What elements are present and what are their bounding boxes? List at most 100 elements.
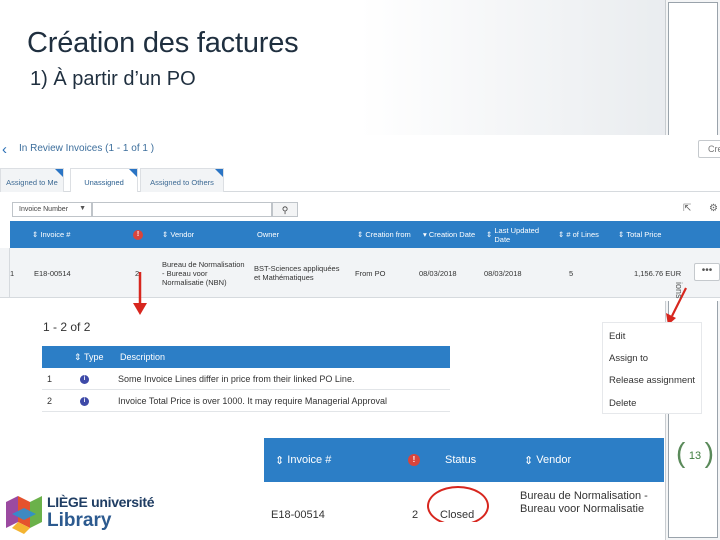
table-row[interactable]: 1 E18-00514 2 Bureau de Normalisation - … xyxy=(0,248,720,298)
issue-description: Invoice Total Price is over 1000. It may… xyxy=(118,396,387,406)
menu-item-assign-to[interactable]: Assign to xyxy=(609,353,648,364)
issue-index: 1 xyxy=(47,374,53,384)
col-invoice[interactable]: ⇕ Invoice # xyxy=(32,221,70,248)
cut-off-label: ions xyxy=(674,282,684,299)
liege-library-logo: LIÈGE université Library xyxy=(4,490,164,536)
status-highlight-circle xyxy=(427,486,489,522)
alert-icon: ! xyxy=(408,454,420,466)
background-gradient xyxy=(360,0,670,135)
col-vendor-label: Vendor xyxy=(170,230,195,239)
row-last-updated: 08/03/2018 xyxy=(484,268,522,278)
col-vendor[interactable]: ⇕ Vendor xyxy=(162,221,194,248)
issue-description: Some Invoice Lines differ in price from … xyxy=(118,374,355,384)
search-button[interactable]: ⚲ xyxy=(272,202,298,217)
status-table-header: ⇕ Invoice # ! Status ⇕ Vendor xyxy=(264,438,664,482)
issues-count: 1 - 2 of 2 xyxy=(43,320,91,334)
invoice-list-screenshot: ‹ In Review Invoices (1 - 1 of 1 ) Cre A… xyxy=(0,135,720,301)
row-vendor: Bureau de Normalisation - Bureau voor No… xyxy=(162,259,245,287)
slide-subtitle: 1) À partir d’un PO xyxy=(30,68,196,90)
export-icon[interactable]: ⇱ xyxy=(683,203,691,214)
col-creation-date[interactable]: ▾ Creation Date xyxy=(423,221,475,248)
logo-library-text: Library xyxy=(47,510,112,531)
invoice-list-title: In Review Invoices (1 - 1 of 1 ) xyxy=(19,143,155,154)
info-icon: i xyxy=(80,368,89,390)
menu-item-release-assignment[interactable]: Release assignment xyxy=(609,375,695,386)
col-total-price[interactable]: ⇕ Total Price xyxy=(618,221,661,248)
row-invoice-number[interactable]: E18-00514 xyxy=(271,496,325,522)
logo-university-text: LIÈGE université xyxy=(47,494,155,510)
row-index: 1 xyxy=(10,268,15,278)
col-description-label: Description xyxy=(120,352,166,362)
search-input[interactable] xyxy=(92,202,272,217)
issues-table-header: ⇕ Type Description xyxy=(42,346,450,368)
chevron-down-icon: ▼ xyxy=(79,205,86,212)
col-invoice[interactable]: ⇕ Invoice # xyxy=(275,438,331,482)
search-field-select[interactable]: Invoice Number ▼ xyxy=(12,202,92,217)
tab-label: Unassigned xyxy=(84,178,124,187)
col-type[interactable]: ⇕ Type xyxy=(74,346,104,368)
col-last-updated-label: Last Updated Date xyxy=(494,225,539,244)
col-creation-date-label: Creation Date xyxy=(428,230,476,239)
create-button[interactable]: Cre xyxy=(698,140,720,158)
col-alert[interactable]: ! xyxy=(133,221,143,248)
col-creation-from-label: Creation from xyxy=(365,230,411,239)
university-logo-icon xyxy=(6,496,42,534)
row-vendor: Bureau de Normalisation - Bureau voor No… xyxy=(520,490,648,515)
issue-index: 2 xyxy=(47,396,53,406)
search-bar: Invoice Number ▼ ⚲ ⇱ ⚙ xyxy=(0,199,720,221)
row-left-border xyxy=(0,248,10,298)
row-actions-menu: Edit Assign to Release assignment Delete xyxy=(602,322,702,414)
tab-label: Assigned to Me xyxy=(6,178,58,187)
list-item: 2 i Invoice Total Price is over 1000. It… xyxy=(42,390,450,412)
issues-table: ⇕ Type Description 1 i Some Invoice Line… xyxy=(42,346,450,414)
col-creation-from[interactable]: ⇕ Creation from xyxy=(357,221,411,248)
row-actions-button[interactable]: ••• xyxy=(694,263,720,281)
row-owner: BST-Sciences appliquées et Mathématiques xyxy=(254,264,340,282)
back-chevron-icon[interactable]: ‹ xyxy=(2,141,7,158)
menu-item-edit[interactable]: Edit xyxy=(609,331,625,342)
col-invoice-label: Invoice # xyxy=(40,230,71,239)
alert-icon: ! xyxy=(133,229,143,240)
col-total-price-label: Total Price xyxy=(626,230,662,239)
tab-corner-marker xyxy=(215,169,223,177)
info-icon: i xyxy=(80,390,89,412)
tab-corner-marker xyxy=(129,169,137,177)
tab-assigned-to-me[interactable]: Assigned to Me xyxy=(0,168,64,192)
list-item: 1 i Some Invoice Lines differ in price f… xyxy=(42,368,450,390)
col-status-label: Status xyxy=(445,454,477,466)
gear-icon[interactable]: ⚙ xyxy=(709,203,718,214)
tab-assigned-to-others[interactable]: Assigned to Others xyxy=(140,168,224,192)
invoice-list-header: ‹ In Review Invoices (1 - 1 of 1 ) Cre xyxy=(0,135,720,165)
col-type-label: Type xyxy=(84,352,104,362)
col-vendor[interactable]: ⇕ Vendor xyxy=(524,438,571,482)
col-invoice-label: Invoice # xyxy=(287,454,332,466)
search-field-label: Invoice Number xyxy=(19,206,69,213)
tab-label: Assigned to Others xyxy=(150,178,214,187)
tab-unassigned[interactable]: Unassigned xyxy=(70,168,138,192)
row-alert-count: 2 xyxy=(412,508,419,521)
col-last-updated[interactable]: ⇕ Last Updated Date xyxy=(486,221,550,248)
invoice-status-screenshot: ⇕ Invoice # ! Status ⇕ Vendor E18-00514 … xyxy=(264,438,664,522)
invoice-table-header: ⇕ Invoice # ! ⇕ Vendor Owner ⇕ Creation … xyxy=(10,221,720,248)
row-creation-date: 08/03/2018 xyxy=(419,268,457,278)
tab-corner-marker xyxy=(55,169,63,177)
assignment-tabs: Assigned to Me Unassigned Assigned to Ot… xyxy=(0,168,720,192)
col-owner[interactable]: Owner xyxy=(257,221,279,248)
row-lines: 5 xyxy=(569,268,574,278)
col-alert[interactable]: ! xyxy=(408,438,420,482)
slide-title: Création des factures xyxy=(27,27,299,59)
menu-item-delete[interactable]: Delete xyxy=(609,398,636,409)
row-invoice-number[interactable]: E18-00514 xyxy=(34,248,71,298)
page-number: ( 13 ) xyxy=(676,438,714,474)
page-number-value: 13 xyxy=(688,450,702,462)
col-lines[interactable]: ⇕ # of Lines xyxy=(558,221,602,248)
col-status[interactable]: Status xyxy=(445,438,476,482)
col-lines-label: # of Lines xyxy=(566,230,599,239)
col-vendor-label: Vendor xyxy=(536,454,572,466)
row-creation-from: From PO xyxy=(355,268,386,278)
red-arrow-down-icon xyxy=(133,272,147,315)
search-icon: ⚲ xyxy=(281,205,289,215)
bracket-right-icon: ) xyxy=(704,437,714,468)
col-owner-label: Owner xyxy=(257,230,280,239)
col-description[interactable]: Description xyxy=(120,346,165,368)
